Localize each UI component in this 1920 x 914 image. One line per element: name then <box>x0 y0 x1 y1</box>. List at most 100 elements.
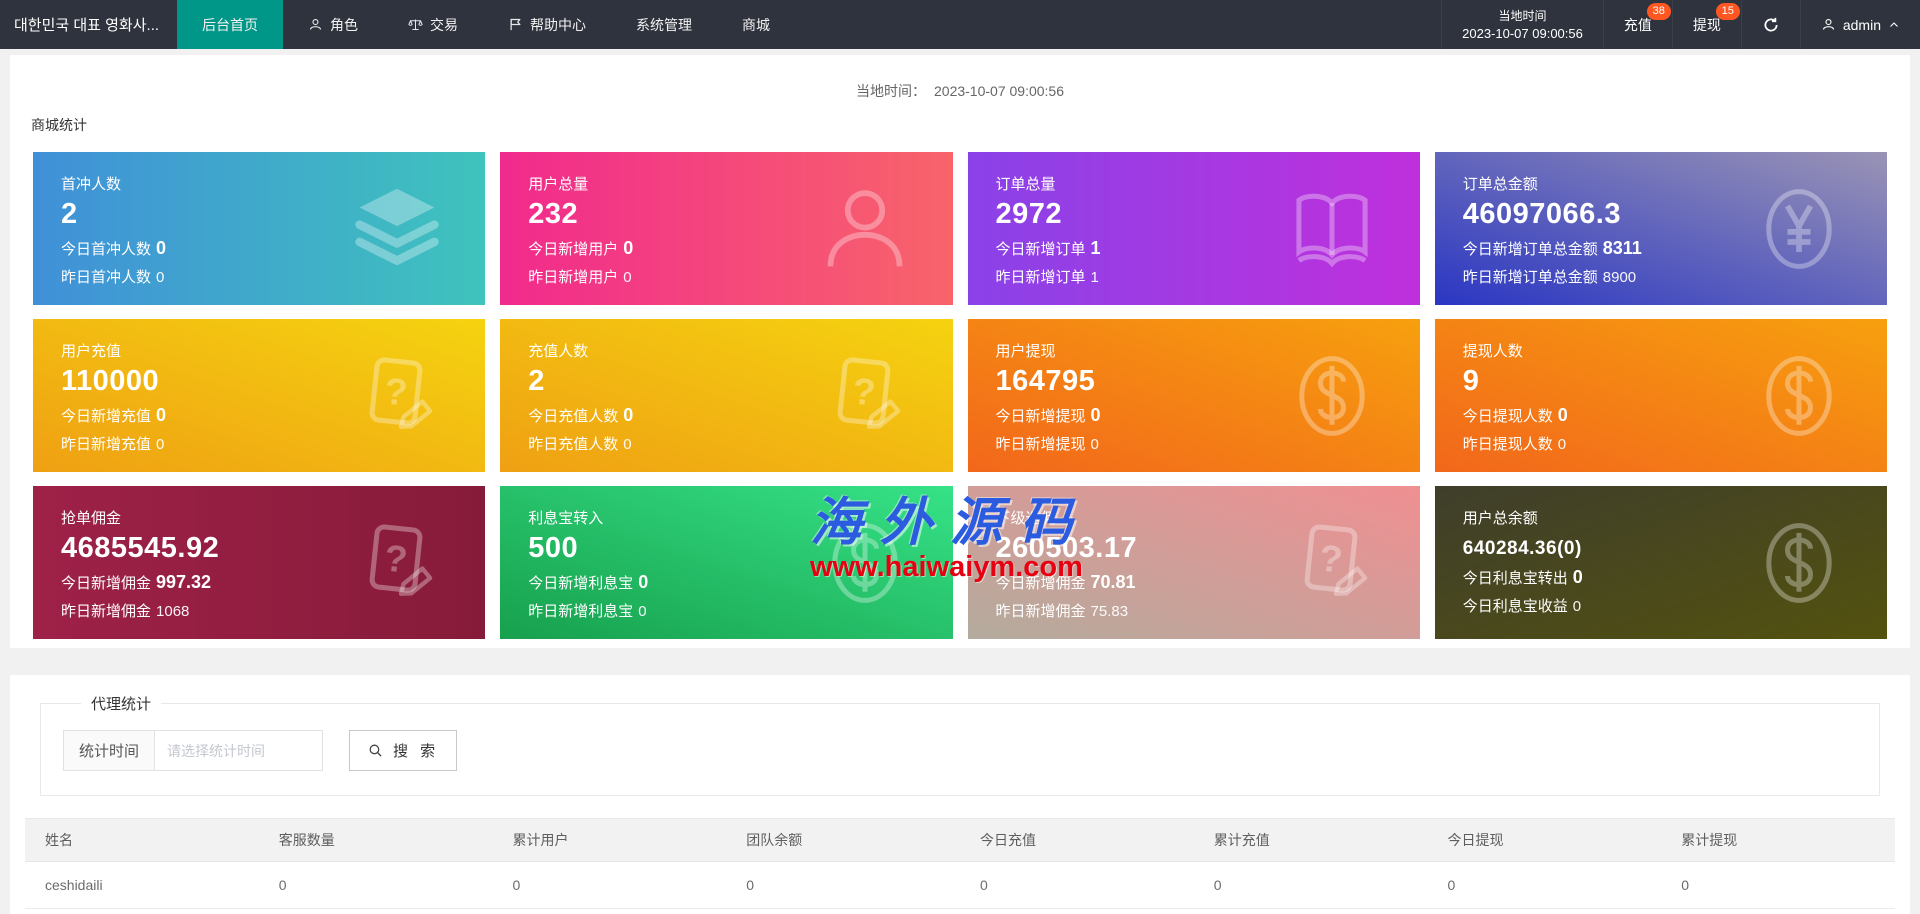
column-header: 今日充值 <box>960 818 1194 862</box>
stat-card-total-users: 用户总量 232 今日新增用户 0 昨日新增用户 0 <box>500 152 953 305</box>
scale-icon <box>408 17 423 32</box>
brand-title: 대한민국 대표 영화사... <box>14 17 160 34</box>
stat-card-interest-in: 利息宝转入 500 今日新增利息宝 0 昨日新增利息宝 0 <box>500 486 953 639</box>
stat-card-first-charge-users: 首冲人数 2 今日首冲人数 0 昨日首冲人数 0 <box>33 152 486 305</box>
dollar-icon <box>1286 350 1378 442</box>
local-time-line-label: 当地时间： <box>856 83 926 99</box>
table-cell: 0 <box>960 861 1194 909</box>
nav-item-label: 帮助中心 <box>530 16 587 33</box>
stat-cards-grid: 首冲人数 2 今日首冲人数 0 昨日首冲人数 0 用户总量 232 今日新增用户 0 … <box>33 152 1887 639</box>
chevron-up-icon <box>1888 19 1900 31</box>
withdraw-nav-label: 提现 <box>1692 16 1721 33</box>
recharge-nav-button[interactable]: 充值 38 <box>1602 0 1672 49</box>
column-header: 团队余额 <box>726 818 960 862</box>
table-cell: 0 <box>1193 861 1428 909</box>
withdraw-badge: 15 <box>1715 3 1740 20</box>
agent-table: 姓名 客服数量 累计用户 团队余额 今日充值 累计充值 今日提现 累计提现 ceshidail… <box>25 818 1895 914</box>
username: admin <box>1842 16 1881 33</box>
stat-card-order-commission: 抢单佣金 4685545.92 今日新增佣金 997.32 昨日新增佣金 1068 <box>33 486 486 639</box>
navbar-right: 当地时间 2023-10-07 09:00:56 充值 38 提现 15 adm… <box>1441 0 1920 49</box>
refresh-button[interactable] <box>1740 0 1800 49</box>
table-cell: 0 <box>726 861 960 909</box>
nav-item-label: 交易 <box>430 16 459 33</box>
agent-search-form: 统计时间 搜 索 <box>63 730 1857 771</box>
nav-item-mall[interactable]: 商城 <box>717 0 795 49</box>
local-time-line: 当地时间： 2023-10-07 09:00:56 <box>33 81 1887 101</box>
column-header: 累计充值 <box>1193 818 1428 862</box>
search-button-label: 搜 索 <box>393 743 440 760</box>
stat-card-user-recharge: 用户充值 110000 今日新增充值 0 昨日新增充值 0 <box>33 319 486 472</box>
stat-card-sub-rebate: 下级返佣 260503.17 今日新增佣金 70.81 昨日新增佣金 75.83 <box>967 486 1420 639</box>
column-header: 客服数量 <box>258 818 493 862</box>
table-cell: 0 <box>960 908 1194 914</box>
refresh-icon <box>1762 16 1780 34</box>
table-cell: ceshidaili <box>25 861 259 909</box>
table-cell: 0 <box>726 908 960 914</box>
local-time-label: 当地时间 <box>1498 8 1547 23</box>
withdraw-nav-button[interactable]: 提现 15 <box>1671 0 1741 49</box>
nav-item-label: 角色 <box>330 16 359 33</box>
nav-item-label: 后台首页 <box>202 16 259 33</box>
stat-time-label: 统计时间 <box>63 730 156 771</box>
table-cell: 0 <box>1193 908 1428 914</box>
column-header: 姓名 <box>25 818 259 862</box>
table-cell: 0 <box>1661 908 1895 914</box>
search-icon <box>367 742 384 759</box>
doc-edit-icon <box>351 350 443 442</box>
table-cell: 0 <box>258 908 493 914</box>
stat-card-total-orders: 订单总量 2972 今日新增订单 1 昨日新增订单 1 <box>967 152 1420 305</box>
stat-time-input[interactable] <box>155 730 324 771</box>
navbar-local-time: 当地时间 2023-10-07 09:00:56 <box>1441 0 1603 49</box>
user-sm-icon <box>308 17 323 32</box>
top-navbar: 대한민국 대표 영화사... 后台首页 角色 交易 帮助中心 系统管理 商城 当地时间 2… <box>0 0 1920 49</box>
table-cell: qwe001 <box>25 908 259 914</box>
nav-menu: 后台首页 角色 交易 帮助中心 系统管理 商城 <box>177 0 795 49</box>
agent-fieldset: 代理统计 统计时间 搜 索 <box>40 693 1880 796</box>
local-time-line-value: 2023-10-07 09:00:56 <box>934 83 1064 99</box>
table-cell: 0 <box>1661 861 1895 909</box>
nav-item-help-center[interactable]: 帮助中心 <box>483 0 611 49</box>
nav-item-system[interactable]: 系统管理 <box>611 0 717 49</box>
recharge-badge: 38 <box>1646 3 1671 20</box>
user-icon <box>1821 17 1836 32</box>
yen-icon <box>1753 183 1845 275</box>
stat-card-user-withdraw: 用户提现 164795 今日新增提现 0 昨日新增提现 0 <box>967 319 1420 472</box>
stat-card-withdraw-users: 提现人数 9 今日提现人数 0 昨日提现人数 0 <box>1434 319 1887 472</box>
table-cell: 0 <box>492 861 727 909</box>
agent-statistics-panel: 代理统计 统计时间 搜 索 姓名客服数量累计用户团队余额今日充值累计充值今日提现… <box>10 675 1910 914</box>
stat-time-group: 统计时间 <box>63 730 324 771</box>
stat-card-order-amount: 订单总金额 46097066.3 今日新增订单总金额 8311 昨日新增订单总金额… <box>1434 152 1887 305</box>
nav-item-roles[interactable]: 角色 <box>283 0 383 49</box>
doc-edit-icon <box>819 350 911 442</box>
user-menu[interactable]: admin <box>1799 0 1920 49</box>
doc-edit-icon <box>1286 517 1378 609</box>
nav-item-trade[interactable]: 交易 <box>383 0 483 49</box>
layers-icon <box>351 183 443 275</box>
stat-card-recharge-users: 充值人数 2 今日充值人数 0 昨日充值人数 0 <box>500 319 953 472</box>
stats-section-title: 商城统计 <box>31 117 87 133</box>
dollar-icon <box>819 517 911 609</box>
table-cell: 0 <box>1427 861 1662 909</box>
recharge-nav-label: 充值 <box>1623 16 1652 33</box>
search-button[interactable]: 搜 索 <box>349 730 458 771</box>
dollar-icon <box>1753 350 1845 442</box>
local-time-value: 2023-10-07 09:00:56 <box>1462 25 1583 41</box>
user-icon <box>819 183 911 275</box>
agent-legend: 代理统计 <box>91 696 152 713</box>
table-row: qwe0010000000 <box>25 908 1895 914</box>
table-cell: 0 <box>258 861 493 909</box>
nav-item-home[interactable]: 后台首页 <box>177 0 284 49</box>
column-header: 累计用户 <box>492 818 727 862</box>
table-row: ceshidaili 0 0 0 0 0 0 0 <box>25 861 1895 909</box>
doc-edit-icon <box>351 517 443 609</box>
mall-statistics-panel: 当地时间： 2023-10-07 09:00:56 商城统计 首冲人数 2 今日首… <box>10 55 1910 648</box>
nav-item-label: 商城 <box>742 16 771 33</box>
book-icon <box>1286 183 1378 275</box>
column-header: 今日提现 <box>1427 818 1662 862</box>
column-header: 累计提现 <box>1661 818 1895 862</box>
flag-icon <box>508 17 523 32</box>
table-cell: 0 <box>1427 908 1662 914</box>
nav-item-label: 系统管理 <box>636 16 693 33</box>
stat-card-user-balance: 用户总余额 640284.36(0) 今日利息宝转出 0 今日利息宝收益 0 <box>1434 486 1887 639</box>
dollar-icon <box>1753 517 1845 609</box>
